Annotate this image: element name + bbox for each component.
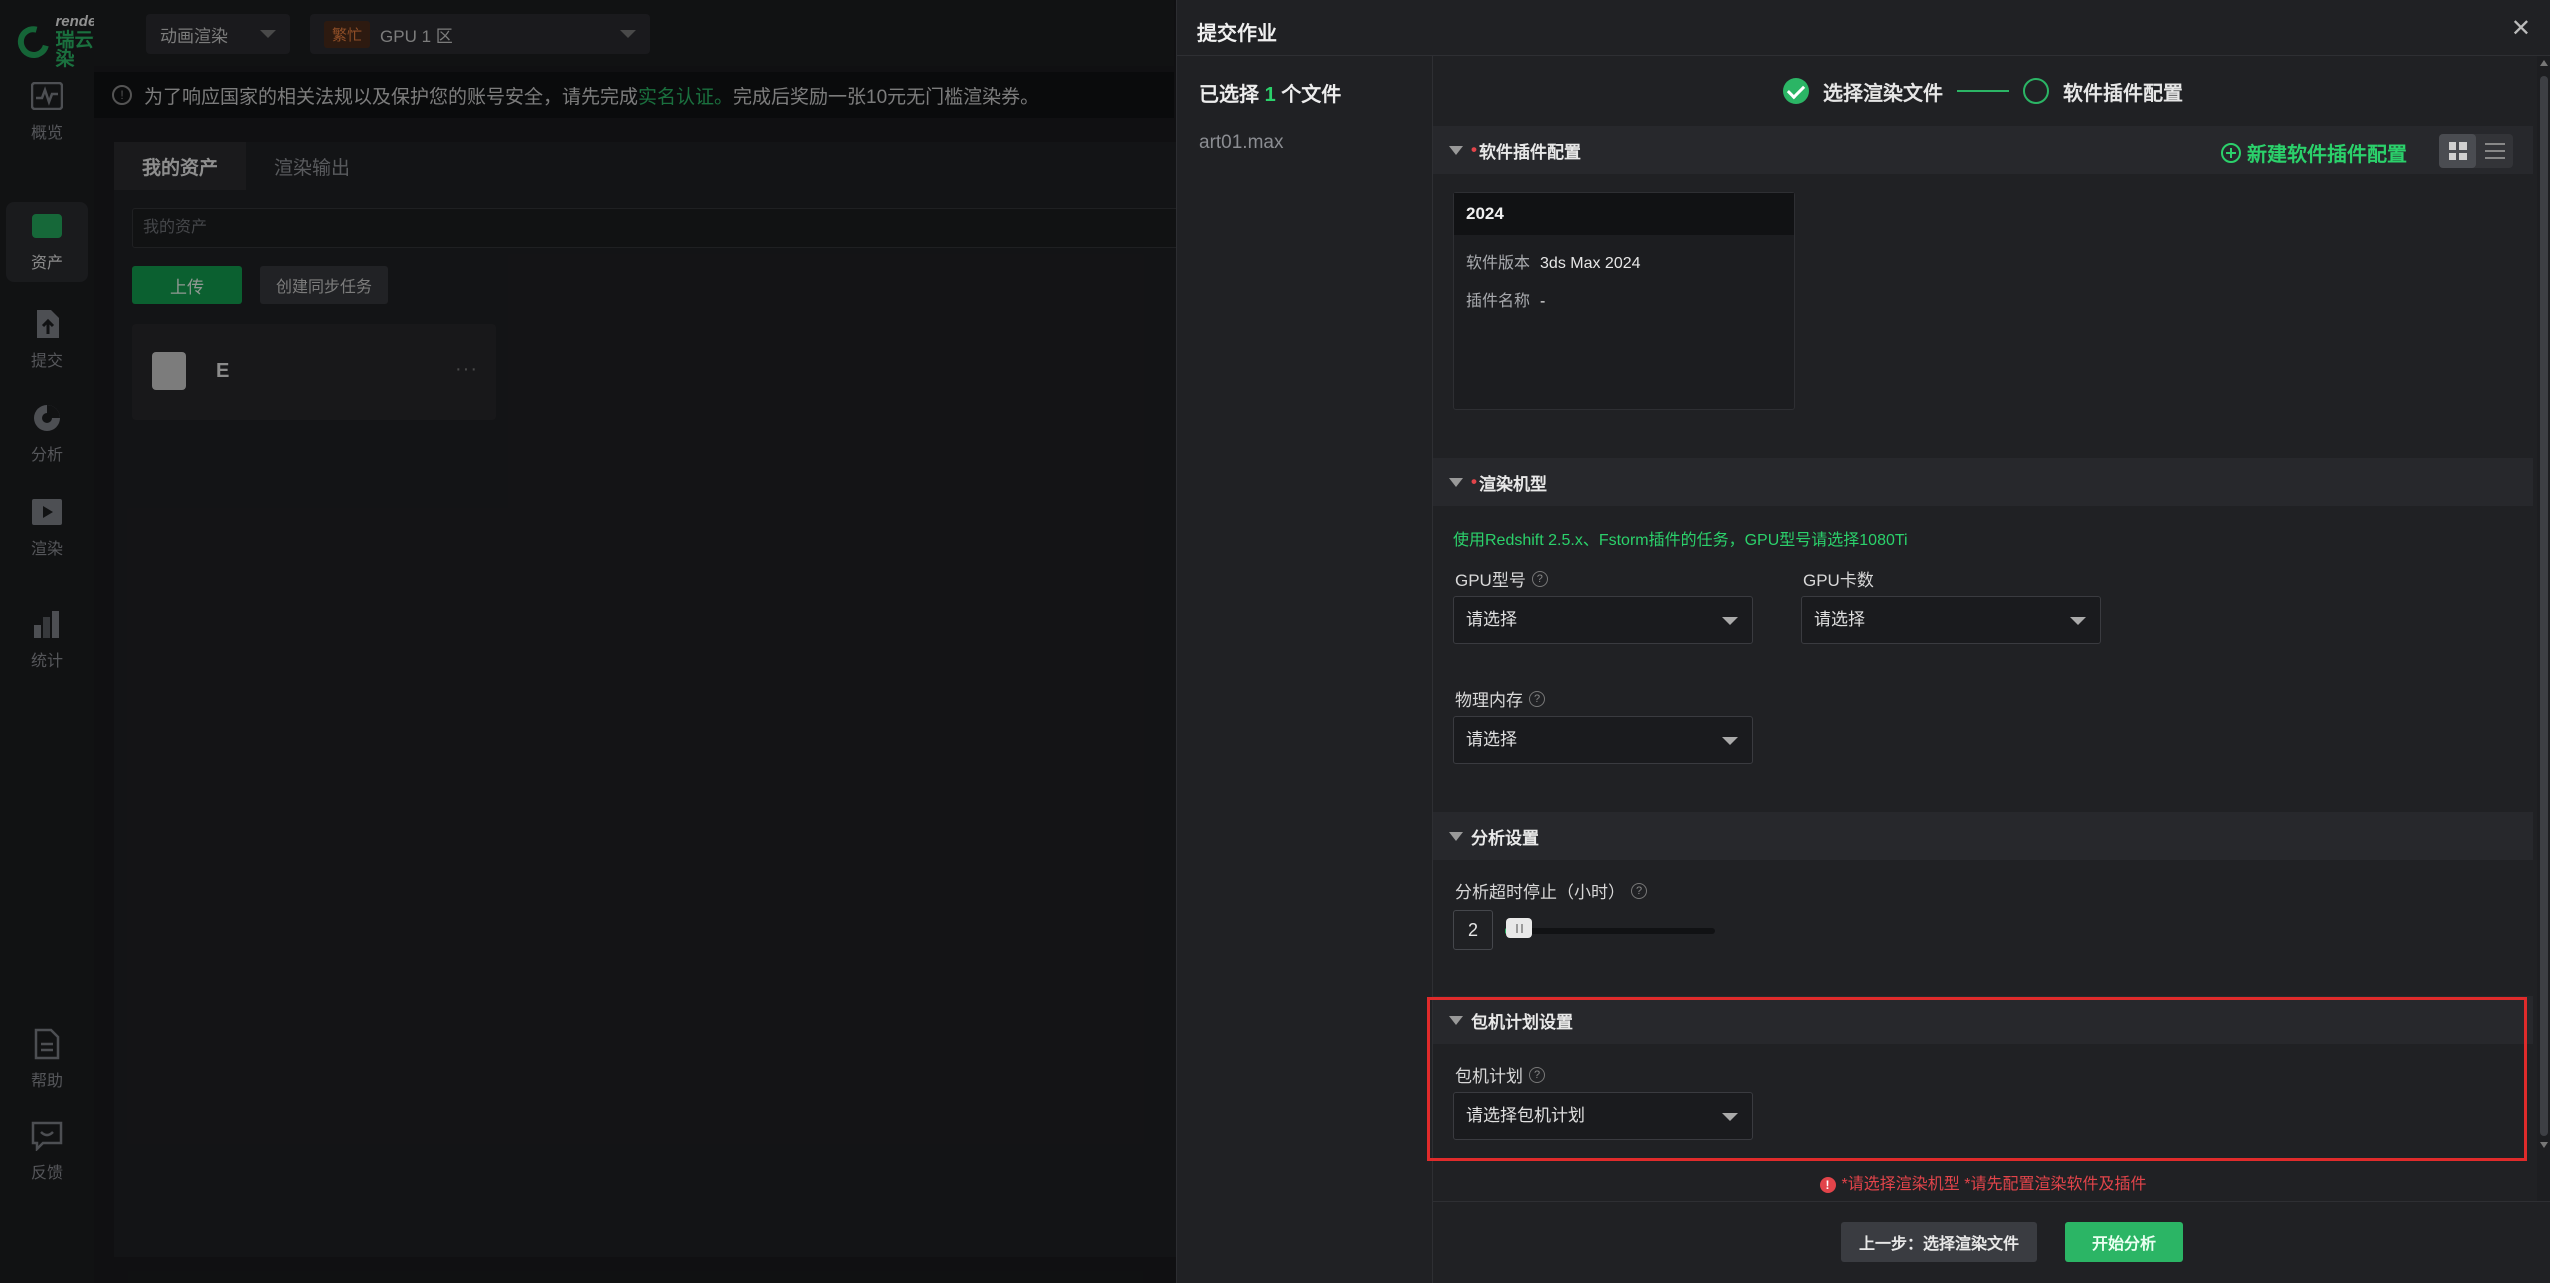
gpu-count-select[interactable]: 请选择	[1801, 596, 2101, 644]
gpu-tip: 使用Redshift 2.5.x、Fstorm插件的任务，GPU型号请选择108…	[1453, 532, 1908, 549]
step-indicator: 选择渲染文件 软件插件配置	[1433, 56, 2533, 126]
plugin-config-card[interactable]: 2024 软件版本 3ds Max 2024 插件名称 -	[1453, 192, 1795, 410]
scroll-down-icon[interactable]	[2540, 1142, 2548, 1148]
config-pane: 选择渲染文件 软件插件配置 • 软件插件配置 新建软件插件配置 2024 软件版…	[1427, 56, 2550, 1283]
chevron-down-icon	[2070, 617, 2086, 625]
section-analysis-settings[interactable]: 分析设置	[1433, 812, 2533, 860]
collapse-triangle-icon	[1449, 831, 1463, 841]
section-title: 分析设置	[1471, 828, 1539, 848]
timeout-number-input[interactable]: 2	[1453, 910, 1493, 950]
config-card-name: 2024	[1454, 193, 1794, 235]
help-icon[interactable]: ?	[1631, 882, 1647, 899]
error-icon: !	[1819, 1177, 1836, 1193]
analysis-timeout-label: 分析超时停止（小时）?	[1455, 878, 1647, 903]
memory-select[interactable]: 请选择	[1453, 716, 1753, 764]
required-mark: •	[1471, 140, 1477, 159]
collapse-triangle-icon	[1449, 477, 1463, 487]
modal-overlay[interactable]	[0, 0, 1176, 1283]
collapse-triangle-icon	[1449, 145, 1463, 155]
selected-count: 已选择 1 个文件	[1199, 84, 1342, 106]
step-2-label: 软件插件配置	[2063, 82, 2183, 105]
config-scrollbar[interactable]	[2537, 56, 2550, 1201]
gpu-model-label: GPU型号?	[1455, 566, 1548, 591]
step-connector	[1957, 90, 2009, 92]
plugin-name-row: 插件名称 -	[1466, 293, 1546, 310]
validation-error: ! *请选择渲染机型 *请先配置渲染软件及插件	[1433, 1170, 2533, 1194]
gpu-count-label: GPU卡数	[1803, 571, 1874, 590]
drawer-header: 提交作业 ✕	[1177, 0, 2550, 56]
section-plugin-config[interactable]: • 软件插件配置 新建软件插件配置	[1433, 126, 2533, 174]
gpu-model-select[interactable]: 请选择	[1453, 596, 1753, 644]
submit-job-drawer: 提交作业 ✕ 已选择 1 个文件 art01.max 选择渲染文件 软件插件配置…	[1176, 0, 2550, 1283]
drawer-title: 提交作业	[1197, 23, 1277, 45]
help-icon[interactable]: ?	[1529, 690, 1545, 707]
new-plugin-config-button[interactable]: 新建软件插件配置	[2221, 138, 2407, 167]
highlight-box	[1427, 997, 2527, 1161]
selected-files-pane: 已选择 1 个文件 art01.max	[1177, 56, 1433, 1283]
memory-label: 物理内存?	[1455, 686, 1545, 711]
help-icon[interactable]: ?	[1531, 570, 1548, 587]
step-1-label: 选择渲染文件	[1823, 82, 1943, 105]
scroll-up-icon[interactable]	[2540, 60, 2548, 66]
step-done-check-icon	[1783, 78, 1809, 104]
grid-view-icon[interactable]	[2439, 134, 2476, 168]
step-pending-icon	[2023, 78, 2049, 104]
drawer-footer: 上一步：选择渲染文件 开始分析	[1433, 1201, 2550, 1283]
scrollbar-thumb[interactable]	[2540, 76, 2548, 1136]
close-icon[interactable]: ✕	[2511, 14, 2531, 43]
timeout-slider[interactable]	[1505, 928, 1715, 934]
list-view-icon[interactable]	[2476, 134, 2513, 168]
prev-step-button[interactable]: 上一步：选择渲染文件	[1841, 1222, 2037, 1262]
section-title: 软件插件配置	[1478, 142, 1581, 162]
section-render-machine[interactable]: • 渲染机型	[1433, 458, 2533, 506]
slider-handle[interactable]	[1506, 918, 1532, 938]
plus-circle-icon	[2221, 142, 2241, 163]
required-mark: •	[1471, 472, 1477, 491]
chevron-down-icon	[1722, 617, 1738, 625]
view-toggle	[2439, 134, 2513, 168]
chevron-down-icon	[1722, 737, 1738, 745]
software-version-row: 软件版本 3ds Max 2024	[1466, 255, 1641, 272]
selected-file-item[interactable]: art01.max	[1199, 132, 1283, 154]
start-analysis-button[interactable]: 开始分析	[2065, 1222, 2183, 1262]
section-title: 渲染机型	[1478, 474, 1547, 494]
